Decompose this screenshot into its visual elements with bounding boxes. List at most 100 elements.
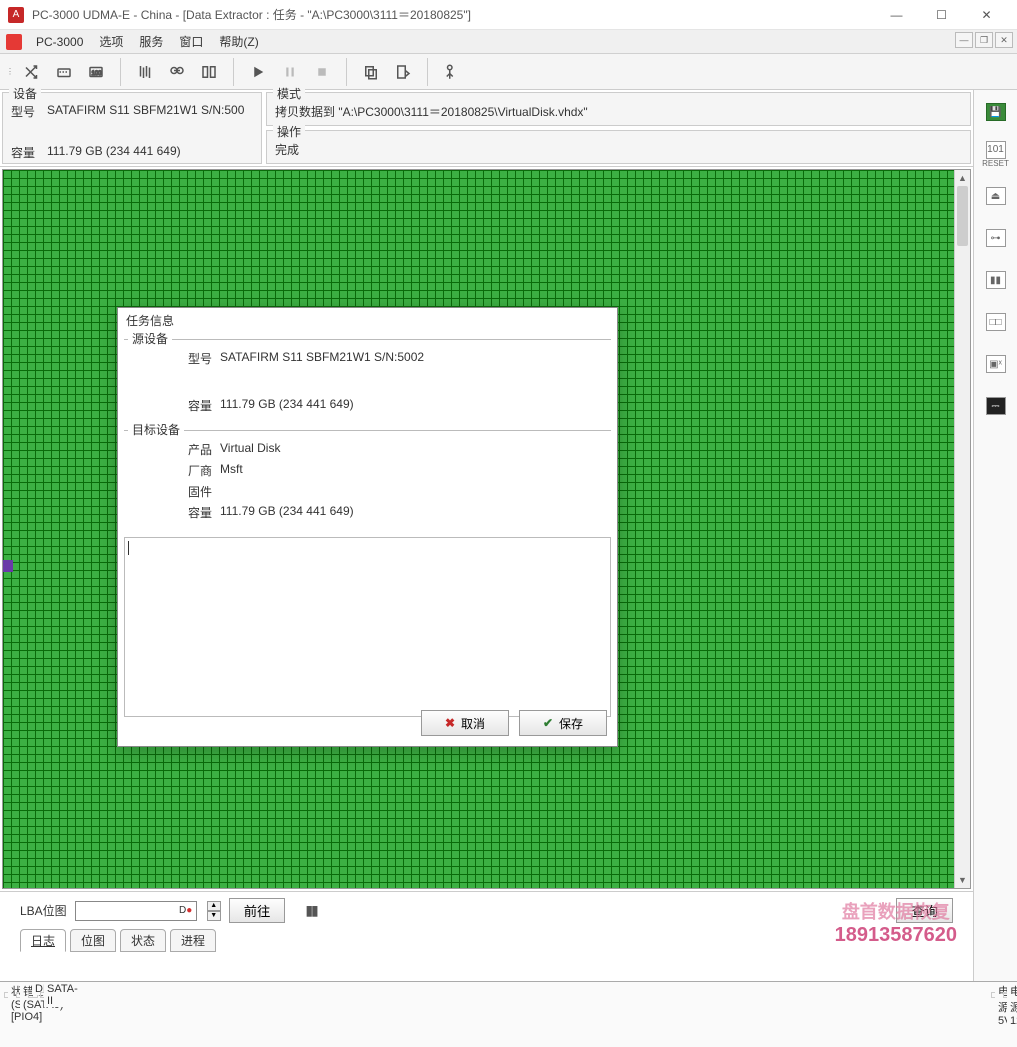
dst-product-label: 产品: [188, 441, 220, 458]
operation-panel: 操作 完成: [266, 130, 971, 164]
tool-percent-button[interactable]: 100: [80, 58, 112, 86]
device-model-label: 型号: [11, 103, 47, 120]
mode-panel: 模式 拷贝数据到 "A:\PC3000\3111＝20180825\Virtua…: [266, 92, 971, 126]
right-sidebar: 💾 101RESET ⏏ ⊶ ▮▮ □□ ▣ˣ ⎓: [973, 90, 1017, 981]
status-12v-group: 电源 12V: [1003, 992, 1013, 998]
tool-export-button[interactable]: [387, 58, 419, 86]
tab-log[interactable]: 日志: [20, 929, 66, 952]
lba-mode-icon[interactable]: D●: [176, 905, 196, 916]
src-model-label: 型号: [188, 350, 220, 367]
dst-cap-value: 111.79 GB (234 441 649): [220, 504, 354, 521]
device-model-value: SATAFIRM S11 SBFM21W1 S/N:500: [47, 103, 244, 120]
x-icon: ✖: [445, 716, 455, 730]
operation-legend: 操作: [273, 123, 305, 140]
source-device-legend: 源设备: [128, 330, 172, 347]
menu-help[interactable]: 帮助(Z): [211, 30, 266, 53]
app-icon: A: [8, 7, 24, 23]
target-device-legend: 目标设备: [128, 421, 184, 438]
tool-stop-button[interactable]: [306, 58, 338, 86]
status-sata2-group: SATA-II: [40, 992, 50, 998]
tab-status[interactable]: 状态: [120, 929, 166, 952]
tool-copy-button[interactable]: [355, 58, 387, 86]
menu-window[interactable]: 窗口: [171, 30, 211, 53]
lba-spin-down[interactable]: ▼: [207, 911, 221, 921]
tool-pause-button[interactable]: [274, 58, 306, 86]
side-eject-button[interactable]: ⏏: [980, 182, 1012, 210]
tabs-row: 日志 位图 状态 进程: [0, 929, 973, 956]
scroll-up-icon[interactable]: ▲: [955, 170, 970, 186]
svg-text:100: 100: [92, 71, 103, 77]
device-legend: 设备: [9, 85, 41, 102]
side-pause-button[interactable]: ▮▮: [980, 266, 1012, 294]
mdi-restore-button[interactable]: ❐: [975, 32, 993, 48]
close-button[interactable]: ✕: [964, 1, 1009, 29]
text-caret: [128, 541, 129, 555]
device-cap-label: 容量: [11, 144, 47, 161]
goto-button[interactable]: 前往: [229, 898, 286, 923]
toolbar: ⋮ 100: [0, 54, 1017, 90]
dst-cap-label: 容量: [188, 504, 220, 521]
mode-value: 拷贝数据到 "A:\PC3000\3111＝20180825\VirtualDi…: [275, 103, 588, 120]
menu-bar: PC-3000 选项 服务 窗口 帮助(Z) — ❐ ✕: [0, 30, 1017, 54]
dst-fw-label: 固件: [188, 483, 220, 500]
side-clear-button[interactable]: ▣ˣ: [980, 350, 1012, 378]
dst-vendor-value: Msft: [220, 462, 243, 479]
status-sata2-legend: SATA-II: [44, 983, 81, 1007]
maximize-button[interactable]: ☐: [919, 1, 964, 29]
cancel-label: 取消: [461, 715, 485, 732]
explore-button[interactable]: 查询: [896, 898, 953, 923]
tool-explorer-button[interactable]: [436, 58, 468, 86]
scroll-down-icon[interactable]: ▼: [955, 872, 970, 888]
minimize-button[interactable]: —: [874, 1, 919, 29]
lba-spinner: ▲ ▼: [207, 901, 221, 921]
sector-map-scrollbar[interactable]: ▲ ▼: [954, 170, 970, 888]
tool-map-button[interactable]: [129, 58, 161, 86]
scroll-thumb[interactable]: [957, 186, 968, 246]
menu-services[interactable]: 服务: [131, 30, 171, 53]
toolbar-grip-icon: ⋮: [4, 67, 12, 76]
tool-lba-button[interactable]: [48, 58, 80, 86]
lba-input[interactable]: [76, 902, 176, 920]
tool-settings-button[interactable]: [16, 58, 48, 86]
task-info-dialog: 任务信息 源设备 型号SATAFIRM S11 SBFM21W1 S/N:500…: [117, 307, 618, 747]
src-cap-label: 容量: [188, 397, 220, 414]
side-plug-button[interactable]: ⎓: [980, 392, 1012, 420]
status-error-group: 错 误 (SATA0): [16, 992, 26, 998]
lba-input-wrap: D●: [75, 901, 197, 921]
dialog-info-area[interactable]: [124, 537, 611, 717]
status-dma-group: DMA: [28, 992, 38, 998]
side-disk-button[interactable]: 💾: [980, 98, 1012, 126]
mdi-close-button[interactable]: ✕: [995, 32, 1013, 48]
info-row: 设备 型号 SATAFIRM S11 SBFM21W1 S/N:500 容量 1…: [0, 90, 973, 167]
dst-product-value: Virtual Disk: [220, 441, 280, 458]
save-button[interactable]: ✔ 保存: [519, 710, 607, 736]
tab-process[interactable]: 进程: [170, 929, 216, 952]
tool-search-button[interactable]: [161, 58, 193, 86]
device-panel: 设备 型号 SATAFIRM S11 SBFM21W1 S/N:500 容量 1…: [2, 92, 262, 164]
brand-label[interactable]: PC-3000: [28, 32, 91, 52]
status-5v-group: 电源 5V: [991, 992, 1001, 998]
side-schema-button[interactable]: □□: [980, 308, 1012, 336]
status-bar: 状 态 (SATA0)-[PIO4] 错 误 (SATA0) DMA SATA-…: [0, 981, 1017, 1047]
source-device-fieldset: 源设备 型号SATAFIRM S11 SBFM21W1 S/N:5002 容量1…: [124, 339, 611, 424]
save-label: 保存: [559, 715, 583, 732]
mdi-minimize-button[interactable]: —: [955, 32, 973, 48]
mode-legend: 模式: [273, 85, 305, 102]
side-reset-button[interactable]: 101RESET: [980, 140, 1012, 168]
side-resistor-button[interactable]: ⊶: [980, 224, 1012, 252]
lba-row: LBA位图 D● ▲ ▼ 前往 ▮▮ 查询: [0, 891, 973, 929]
tab-bitmap[interactable]: 位图: [70, 929, 116, 952]
status-12v-legend: 电源 12V: [1007, 983, 1017, 1027]
cancel-button[interactable]: ✖ 取消: [421, 710, 509, 736]
tool-compare-button[interactable]: [193, 58, 225, 86]
status-state-group: 状 态 (SATA0)-[PIO4]: [4, 992, 14, 998]
tool-play-button[interactable]: [242, 58, 274, 86]
dst-vendor-label: 厂商: [188, 462, 220, 479]
menu-options[interactable]: 选项: [91, 30, 131, 53]
dialog-title: 任务信息: [118, 308, 617, 333]
sector-error-region: [3, 560, 13, 572]
src-cap-value: 111.79 GB (234 441 649): [220, 397, 354, 414]
lba-spin-up[interactable]: ▲: [207, 901, 221, 911]
check-icon: ✔: [543, 716, 553, 730]
lba-label: LBA位图: [20, 902, 67, 919]
